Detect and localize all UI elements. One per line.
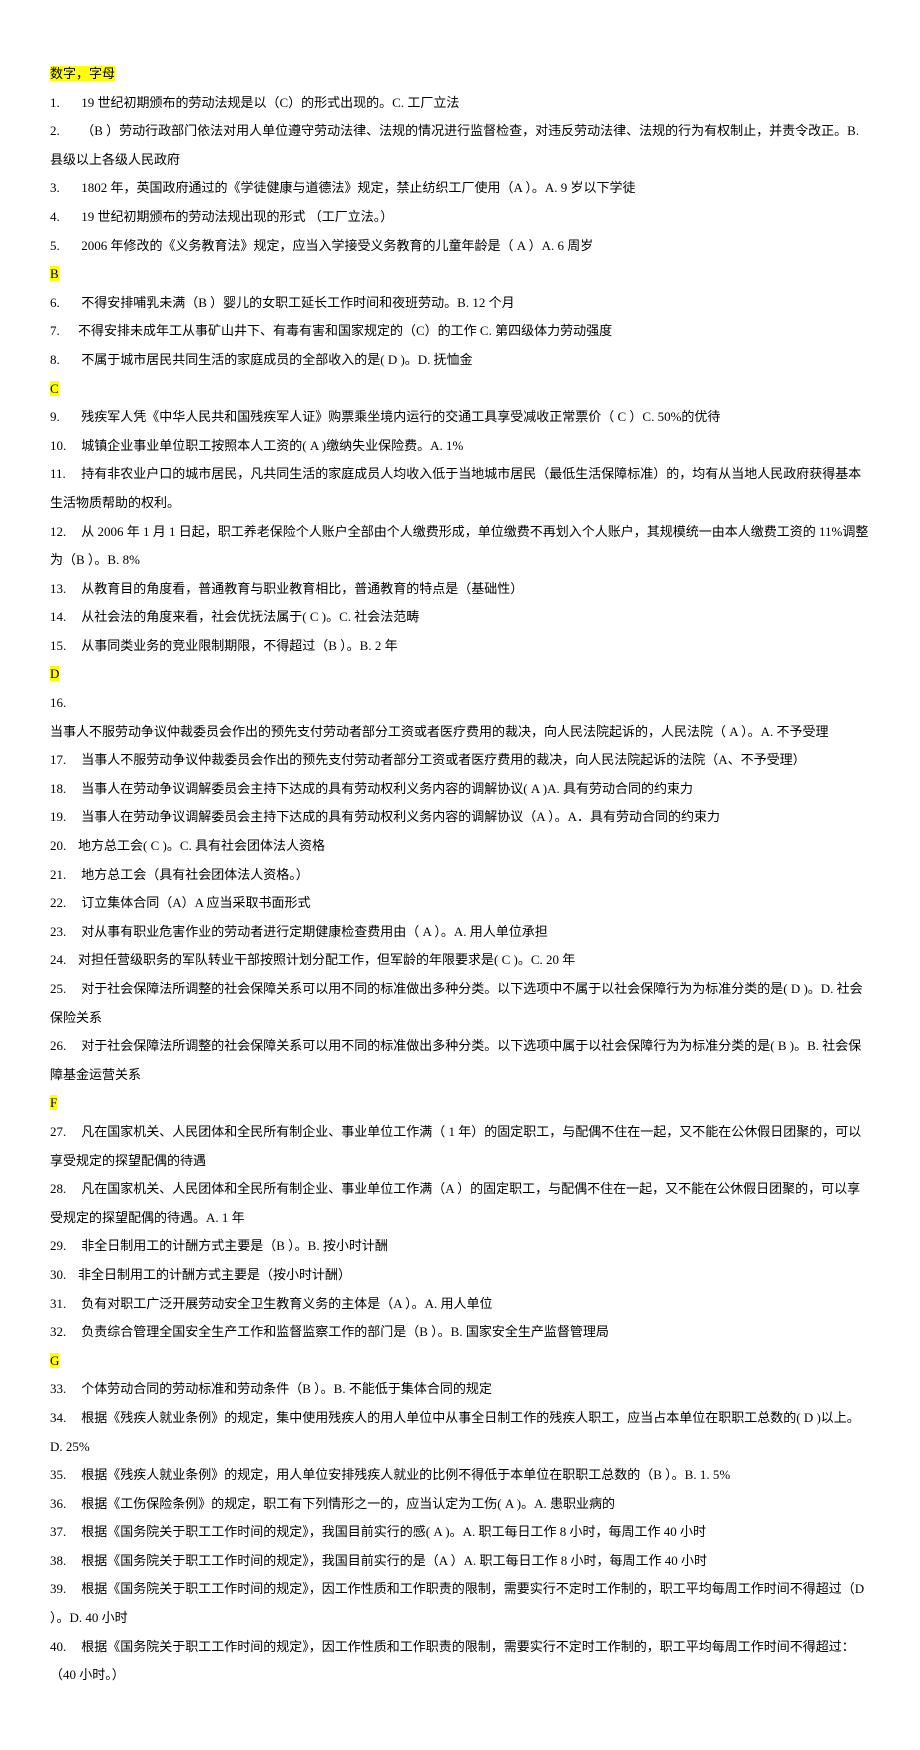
question-item: 17. 当事人不服劳动争议仲裁委员会作出的预先支付劳动者部分工资或者医疗费用的裁… (50, 746, 870, 775)
question-item: 14. 从社会法的角度来看，社会优抚法属于( C )。C. 社会法范畴 (50, 603, 870, 632)
question-item: 4. 19 世纪初期颁布的劳动法规出现的形式 （工厂立法。） (50, 203, 870, 232)
question-item: 15. 从事同类业务的竞业限制期限，不得超过（B ）。B. 2 年 (50, 632, 870, 661)
question-item: 27. 凡在国家机关、人民团体和全民所有制企业、事业单位工作满（ 1 年）的固定… (50, 1118, 870, 1175)
question-item: 11. 持有非农业户口的城市居民，凡共同生活的家庭成员人均收入低于当地城市居民（… (50, 460, 870, 517)
question-item: 21. 地方总工会（具有社会团体法人资格。） (50, 861, 870, 890)
question-item: 31. 负有对职工广泛开展劳动安全卫生教育义务的主体是（A ）。A. 用人单位 (50, 1290, 870, 1319)
header: 数字，字母 (50, 60, 870, 89)
question-item: 5. 2006 年修改的《义务教育法》规定，应当入学接受义务教育的儿童年龄是（ … (50, 232, 870, 261)
question-item: 8. 不属于城市居民共同生活的家庭成员的全部收入的是( D )。D. 抚恤金 (50, 346, 870, 375)
question-item: 26. 对于社会保障法所调整的社会保障关系可以用不同的标准做出多种分类。以下选项… (50, 1032, 870, 1089)
question-item: 19. 当事人在劳动争议调解委员会主持下达成的具有劳动权利义务内容的调解协议（A… (50, 803, 870, 832)
question-item: 39. 根据《国务院关于职工工作时间的规定》，因工作性质和工作职责的限制，需要实… (50, 1575, 870, 1632)
question-item: 当事人不服劳动争议仲裁委员会作出的预先支付劳动者部分工资或者医疗费用的裁决，向人… (50, 718, 870, 747)
section-letter: D (50, 660, 870, 689)
question-item: 32. 负责综合管理全国安全生产工作和监督监察工作的部门是（B ）。B. 国家安… (50, 1318, 870, 1347)
question-item: 6. 不得安排哺乳未满（B ）婴儿的女职工延长工作时间和夜班劳动。B. 12 个… (50, 289, 870, 318)
question-item: 25. 对于社会保障法所调整的社会保障关系可以用不同的标准做出多种分类。以下选项… (50, 975, 870, 1032)
question-item: 37. 根据《国务院关于职工工作时间的规定》，我国目前实行的感( A )。A. … (50, 1518, 870, 1547)
question-item: 3. 1802 年，英国政府通过的《学徒健康与道德法》规定，禁止纺织工厂使用（A… (50, 174, 870, 203)
question-item: 35. 根据《残疾人就业条例》的规定，用人单位安排残疾人就业的比例不得低于本单位… (50, 1461, 870, 1490)
section-letter: F (50, 1089, 870, 1118)
section-letter: G (50, 1347, 870, 1376)
question-item: 40. 根据《国务院关于职工工作时间的规定》，因工作性质和工作职责的限制，需要实… (50, 1633, 870, 1690)
section-letter: C (50, 375, 870, 404)
section-letter: B (50, 260, 870, 289)
question-item: 2. （B ）劳动行政部门依法对用人单位遵守劳动法律、法规的情况进行监督检查，对… (50, 117, 870, 174)
question-item: 20.地方总工会( C )。C. 具有社会团体法人资格 (50, 832, 870, 861)
question-item: 9. 残疾军人凭《中华人民共和国残疾军人证》购票乘坐境内运行的交通工具享受减收正… (50, 403, 870, 432)
question-item: 22. 订立集体合同（A）A 应当采取书面形式 (50, 889, 870, 918)
question-item: 38. 根据《国务院关于职工工作时间的规定》，我国目前实行的是（A ）A. 职工… (50, 1547, 870, 1576)
question-item: 33. 个体劳动合同的劳动标准和劳动条件（B ）。B. 不能低于集体合同的规定 (50, 1375, 870, 1404)
question-item: 34. 根据《残疾人就业条例》的规定，集中使用残疾人的用人单位中从事全日制工作的… (50, 1404, 870, 1461)
question-item: 16. (50, 689, 870, 718)
question-item: 30.非全日制用工的计酬方式主要是（按小时计酬） (50, 1261, 870, 1290)
question-item: 10. 城镇企业事业单位职工按照本人工资的( A )缴纳失业保险费。A. 1% (50, 432, 870, 461)
question-item: 12. 从 2006 年 1 月 1 日起，职工养老保险个人账户全部由个人缴费形… (50, 518, 870, 575)
question-item: 29. 非全日制用工的计酬方式主要是（B ）。B. 按小时计酬 (50, 1232, 870, 1261)
question-item: 24.对担任营级职务的军队转业干部按照计划分配工作，但军龄的年限要求是( C )… (50, 946, 870, 975)
question-item: 7.不得安排未成年工从事矿山井下、有毒有害和国家规定的（C）的工作 C. 第四级… (50, 317, 870, 346)
question-item: 28. 凡在国家机关、人民团体和全民所有制企业、事业单位工作满（A ）的固定职工… (50, 1175, 870, 1232)
question-item: 13. 从教育目的角度看，普通教育与职业教育相比，普通教育的特点是（基础性） (50, 575, 870, 604)
question-item: 23. 对从事有职业危害作业的劳动者进行定期健康检查费用由（ A ）。A. 用人… (50, 918, 870, 947)
document-body: 数字，字母1. 19 世纪初期颁布的劳动法规是以（C）的形式出现的。C. 工厂立… (50, 60, 870, 1690)
question-item: 1. 19 世纪初期颁布的劳动法规是以（C）的形式出现的。C. 工厂立法 (50, 89, 870, 118)
question-item: 36. 根据《工伤保险条例》的规定，职工有下列情形之一的，应当认定为工伤( A … (50, 1490, 870, 1519)
question-item: 18. 当事人在劳动争议调解委员会主持下达成的具有劳动权利义务内容的调解协议( … (50, 775, 870, 804)
